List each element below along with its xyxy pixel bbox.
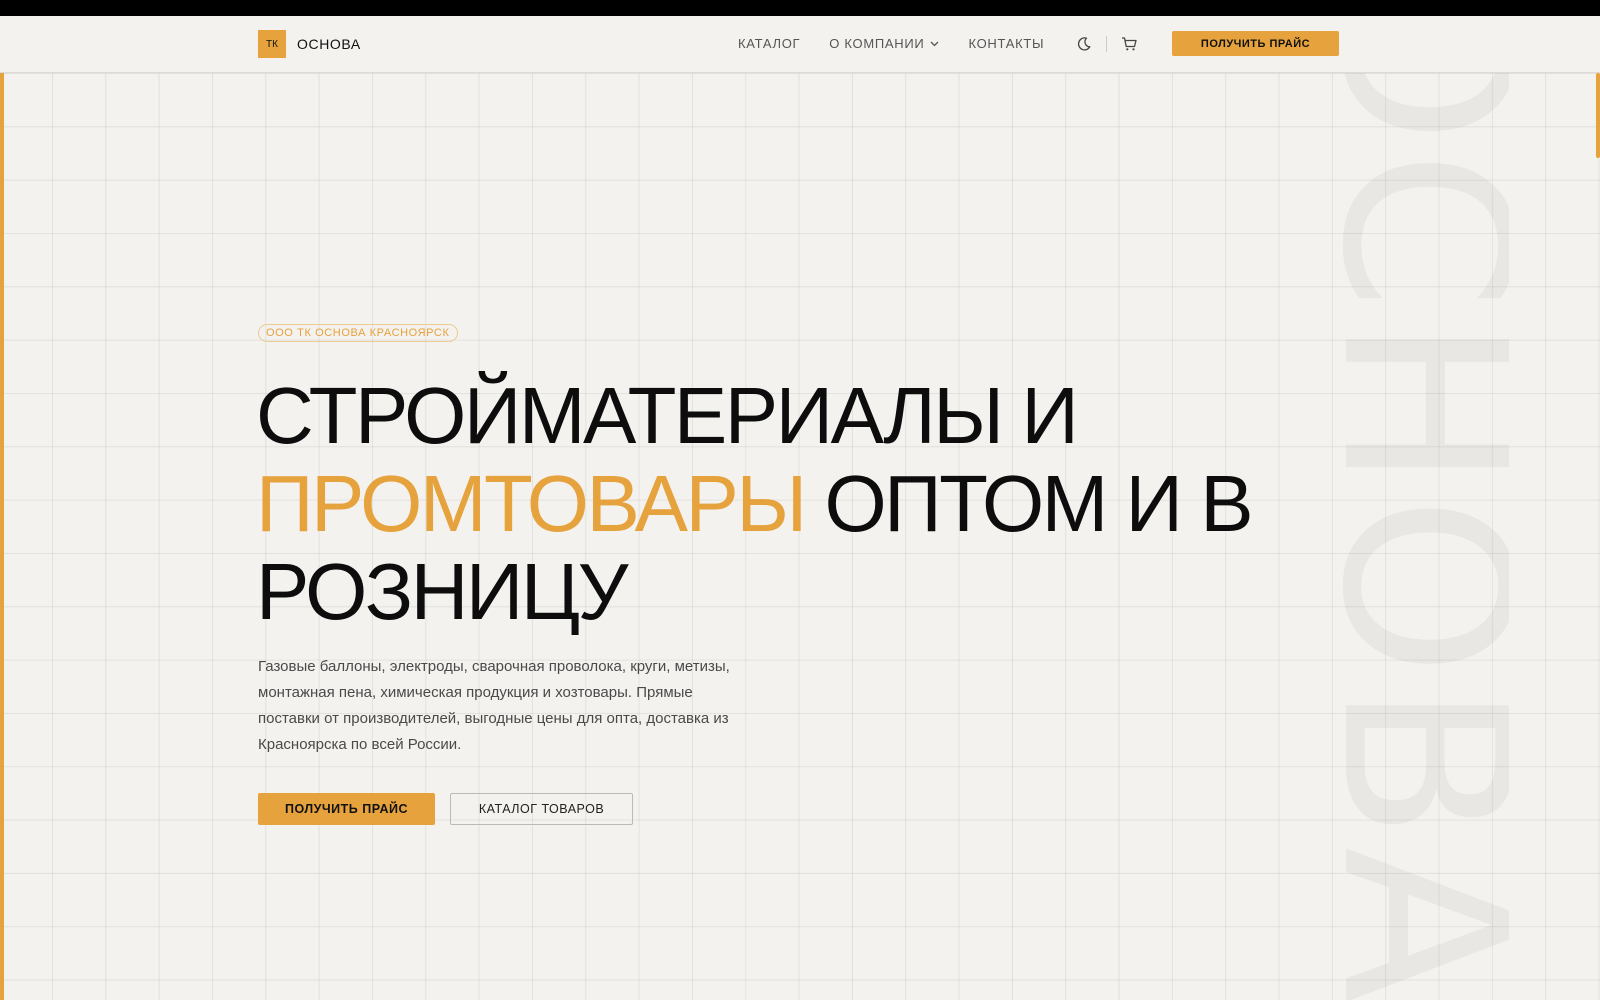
hero-get-price-button[interactable]: ПОЛУЧИТЬ ПРАЙС	[258, 793, 435, 825]
main-nav: КАТАЛОГ О КОМПАНИИ КОНТАКТЫ	[738, 36, 1073, 51]
hero-title: СТРОЙМАТЕРИАЛЫ И ПРОМТОВАРЫ ОПТОМ И В РО…	[256, 372, 1256, 636]
theme-toggle-button[interactable]	[1074, 34, 1094, 54]
site-header: ТК ОСНОВА КАТАЛОГ О КОМПАНИИ КОНТАКТЫ ПО…	[0, 16, 1600, 73]
logo-mark: ТК	[258, 30, 286, 58]
nav-item-label: О КОМПАНИИ	[829, 36, 925, 51]
top-strip	[0, 0, 1600, 16]
catalog-button[interactable]: КАТАЛОГ ТОВАРОВ	[450, 793, 633, 825]
get-price-button[interactable]: ПОЛУЧИТЬ ПРАЙС	[1172, 31, 1339, 56]
header-divider	[1106, 36, 1107, 52]
cart-button[interactable]	[1119, 34, 1139, 54]
hero-actions: ПОЛУЧИТЬ ПРАЙС КАТАЛОГ ТОВАРОВ	[258, 793, 633, 825]
nav-item-about[interactable]: О КОМПАНИИ	[829, 36, 939, 51]
logo[interactable]: ТК ОСНОВА	[258, 30, 361, 58]
chevron-down-icon	[931, 41, 939, 46]
company-badge: ООО ТК ОСНОВА КРАСНОЯРСК	[258, 324, 458, 342]
hero-title-accent: ПРОМТОВАРЫ	[256, 459, 807, 548]
moon-icon	[1077, 37, 1091, 51]
nav-item-contacts[interactable]: КОНТАКТЫ	[968, 36, 1044, 51]
nav-item-label: КОНТАКТЫ	[968, 36, 1045, 51]
scrollbar-thumb[interactable]	[1596, 73, 1600, 158]
left-accent-bar	[0, 73, 4, 1000]
nav-item-label: КАТАЛОГ	[738, 36, 801, 51]
cart-icon	[1121, 37, 1137, 51]
nav-item-catalog[interactable]: КАТАЛОГ	[738, 36, 800, 51]
scrollbar[interactable]	[1596, 73, 1600, 1000]
header-icons	[1074, 34, 1139, 54]
logo-text: ОСНОВА	[297, 36, 361, 52]
hero-title-line1: СТРОЙМАТЕРИАЛЫ И	[256, 371, 1079, 460]
hero-description: Газовые баллоны, электроды, сварочная пр…	[258, 658, 730, 753]
